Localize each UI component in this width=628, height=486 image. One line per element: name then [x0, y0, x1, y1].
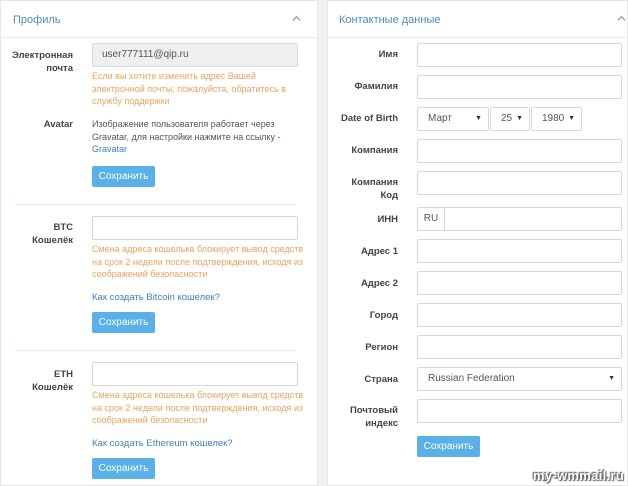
address2-input[interactable] — [417, 271, 622, 295]
eth-note: Смена адреса кошелька блокирует вывод ср… — [92, 390, 304, 425]
inn-input[interactable]: RU — [417, 207, 622, 231]
divider — [15, 350, 296, 351]
btc-wallet-label: BTC Кошелёк — [32, 222, 73, 246]
dob-month-select[interactable]: Март ▼ — [417, 107, 489, 131]
email-note: Если вы хотите изменить адрес Вашей элек… — [92, 71, 286, 106]
contacts-header[interactable]: Контактные данные — [328, 1, 627, 38]
country-label: Страна — [364, 374, 398, 385]
btc-wallet-input[interactable] — [92, 216, 298, 240]
address1-input[interactable] — [417, 239, 622, 263]
btc-howto-link[interactable]: Как создать Bitcoin кошелек? — [92, 292, 220, 305]
dropdown-arrow-icon: ▼ — [475, 115, 482, 122]
eth-howto-link[interactable]: Как создать Ethereum кошелек? — [92, 438, 233, 451]
btc-save-button[interactable]: Сохранить — [92, 312, 155, 333]
btc-note: Смена адреса кошелька блокирует вывод ср… — [92, 244, 304, 279]
dob-label: Date of Birth — [341, 113, 398, 124]
inn-label: ИНН — [377, 214, 398, 225]
contacts-save-button[interactable]: Сохранить — [417, 436, 480, 457]
last-name-label: Фамилия — [354, 81, 398, 92]
first-name-label: Имя — [378, 49, 398, 60]
last-name-input[interactable] — [417, 75, 622, 99]
first-name-input[interactable] — [417, 43, 622, 67]
chevron-up-icon[interactable] — [292, 14, 301, 23]
divider — [15, 204, 296, 205]
address2-label: Адрес 2 — [360, 278, 398, 289]
zip-input[interactable] — [417, 399, 622, 423]
dropdown-arrow-icon: ▼ — [516, 115, 523, 122]
company-code-label: Компания Код — [351, 177, 398, 201]
avatar-description: Изображение пользователя работает через … — [92, 118, 307, 156]
company-input[interactable] — [417, 139, 622, 163]
company-code-input[interactable] — [417, 171, 622, 195]
chevron-up-icon[interactable] — [617, 14, 626, 23]
contacts-title: Контактные данные — [339, 14, 441, 26]
avatar-save-button[interactable]: Сохранить — [92, 166, 155, 187]
dropdown-arrow-icon: ▼ — [608, 375, 615, 382]
eth-wallet-input[interactable] — [92, 362, 298, 386]
dob-year-select[interactable]: 1980 ▼ — [531, 107, 582, 131]
zip-label: Почтовый индекс — [349, 405, 398, 429]
country-select[interactable]: Russian Federation ▼ — [417, 367, 622, 391]
city-input[interactable] — [417, 303, 622, 327]
profile-panel: Профиль Электронная почта user777111@qip… — [0, 0, 318, 486]
address1-label: Адрес 1 — [360, 246, 398, 257]
dropdown-arrow-icon: ▼ — [568, 115, 575, 122]
inn-prefix: RU — [418, 208, 445, 230]
contacts-panel: Контактные данные Имя Фамилия Date of Bi… — [327, 0, 628, 486]
watermark: my-wmmail.ru — [532, 468, 624, 483]
region-label: Регион — [365, 342, 398, 353]
profile-header[interactable]: Профиль — [1, 1, 317, 38]
eth-wallet-label: ETH Кошелёк — [32, 369, 73, 393]
email-label: Электронная почта — [11, 50, 73, 74]
dob-day-select[interactable]: 25 ▼ — [490, 107, 530, 131]
company-label: Компания — [351, 145, 398, 156]
profile-title: Профиль — [13, 14, 61, 26]
avatar-label: Avatar — [43, 119, 73, 130]
region-input[interactable] — [417, 335, 622, 359]
eth-save-button[interactable]: Сохранить — [92, 458, 155, 479]
email-field[interactable]: user777111@qip.ru — [92, 43, 298, 67]
city-label: Город — [369, 310, 398, 321]
gravatar-link[interactable]: Gravatar — [92, 143, 307, 156]
